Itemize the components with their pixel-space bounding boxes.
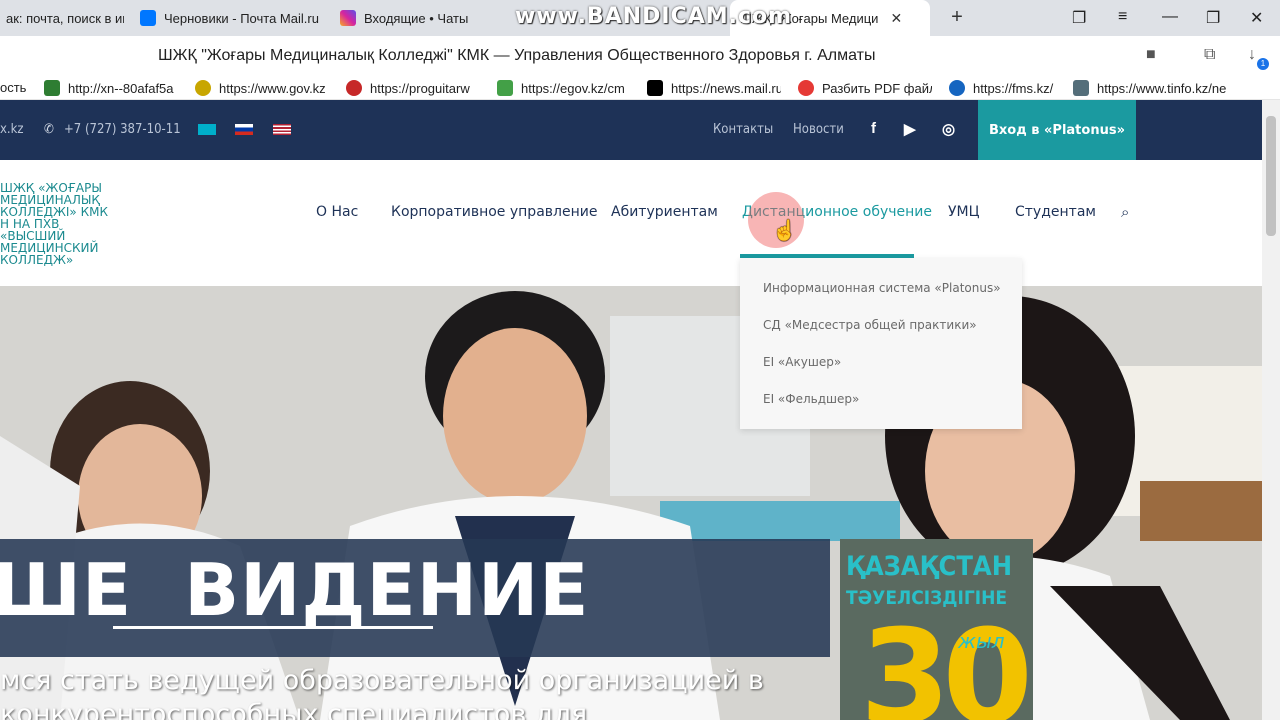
window-close-icon[interactable]: ✕ bbox=[1250, 8, 1263, 28]
browser-tab-strip: ак: почта, поиск в инт Черновики - Почта… bbox=[0, 0, 1280, 36]
bookmark-favicon bbox=[497, 80, 513, 96]
dropdown-item-paramedic[interactable]: ЕІ «Фельдшер» bbox=[763, 392, 859, 406]
bookmark-favicon bbox=[195, 80, 211, 96]
dropdown-item-nurse[interactable]: СД «Медсестра общей практики» bbox=[763, 318, 977, 332]
tab-search[interactable]: ак: почта, поиск в инт bbox=[0, 0, 124, 36]
menu-icon[interactable]: ≡ bbox=[1118, 8, 1127, 26]
hand-cursor-icon: ☝ bbox=[772, 220, 797, 242]
bookmarks-bar: ость http://xn--80afaf5a https://www.gov… bbox=[0, 76, 1280, 100]
main-nav-area bbox=[0, 160, 1262, 286]
instagram-icon bbox=[340, 10, 356, 26]
collections-icon[interactable]: ❐ bbox=[1072, 8, 1086, 28]
vision-underline bbox=[113, 626, 433, 629]
poster-line: ТӘУЕЛСІЗДІГІНЕ bbox=[846, 587, 1008, 609]
bookmark-item[interactable]: https://proguitarw bbox=[346, 80, 480, 96]
tab-mail[interactable]: Черновики - Почта Mail.ru bbox=[130, 0, 330, 36]
poster-line: ҚАЗАҚСТАН bbox=[846, 551, 1013, 582]
college-logo[interactable]: ШЖҚ «ЖОҒАРЫ МЕДИЦИНАЛЫҚ КОЛЛЕДЖІ» КМК Н … bbox=[0, 182, 125, 266]
nav-umc[interactable]: УМЦ bbox=[948, 204, 979, 220]
english-flag-icon[interactable] bbox=[273, 124, 291, 135]
tab-label: ак: почта, поиск в инт bbox=[6, 10, 124, 26]
bookmark-item[interactable]: https://news.mail.ru bbox=[647, 80, 781, 96]
nav-applicants[interactable]: Абитуриентам bbox=[611, 204, 718, 220]
bookmark-item[interactable]: https://www.tinfo.kz/ne bbox=[1073, 80, 1243, 96]
independence-30-poster: 30 ҚАЗАҚСТАН ТӘУЕЛСІЗДІГІНЕ жыл bbox=[840, 539, 1033, 720]
phone-icon: ✆ bbox=[44, 122, 54, 137]
vision-text-line: конкурентоспособных специалистов для bbox=[0, 699, 588, 720]
mail-icon bbox=[140, 10, 156, 26]
close-icon[interactable]: ✕ bbox=[890, 10, 902, 27]
logo-line: КОЛЛЕДЖ» bbox=[0, 253, 74, 267]
distance-learning-dropdown: Информационная система «Platonus» СД «Ме… bbox=[740, 258, 1022, 429]
vision-description: мся стать ведущей образовательной органи… bbox=[0, 664, 764, 720]
vision-heading-title: ВИДЕНИЕ bbox=[184, 548, 590, 632]
tab-instagram[interactable]: Входящие • Чаты bbox=[330, 0, 510, 36]
download-icon[interactable]: ↓ bbox=[1248, 46, 1256, 64]
vision-heading-prefix: ШЕ bbox=[0, 548, 133, 632]
russian-flag-icon[interactable] bbox=[235, 124, 253, 135]
poster-number: 30 bbox=[860, 601, 1033, 720]
platonus-login-button[interactable]: Вход в «Platonus» bbox=[978, 100, 1136, 160]
bookmark-icon[interactable]: ■ bbox=[1146, 46, 1156, 64]
bookmark-favicon bbox=[949, 80, 965, 96]
bookmark-favicon bbox=[647, 80, 663, 96]
hero-banner: 30 ҚАЗАҚСТАН ТӘУЕЛСІЗДІГІНЕ жыл bbox=[0, 286, 1262, 720]
news-link[interactable]: Новости bbox=[793, 122, 844, 137]
bookmark-favicon bbox=[346, 80, 362, 96]
bookmark-item[interactable]: Разбить PDF файл bbox=[798, 80, 932, 96]
notification-badge: 1 bbox=[1257, 58, 1269, 70]
nav-corporate-governance[interactable]: Корпоративное управление bbox=[391, 204, 597, 220]
scrollbar-thumb[interactable] bbox=[1266, 116, 1276, 236]
bookmark-favicon bbox=[44, 80, 60, 96]
extensions-icon[interactable]: ⧉ bbox=[1204, 46, 1215, 64]
bookmark-item[interactable]: ость bbox=[0, 80, 26, 95]
page-title[interactable]: ШЖҚ "Жоғары Медициналық Колледжі" КМК — … bbox=[158, 47, 875, 65]
dropdown-item-midwife[interactable]: ЕІ «Акушер» bbox=[763, 355, 841, 369]
maximize-icon[interactable]: ❐ bbox=[1206, 8, 1220, 28]
search-icon[interactable]: ⌕ bbox=[1121, 204, 1129, 221]
bookmark-favicon bbox=[798, 80, 814, 96]
poster-line: жыл bbox=[958, 629, 1005, 653]
phone-number[interactable]: +7 (727) 387-10-11 bbox=[64, 122, 181, 137]
dropdown-item-platonus[interactable]: Информационная система «Platonus» bbox=[763, 281, 1001, 295]
bookmark-item[interactable]: https://egov.kz/cm bbox=[497, 80, 631, 96]
bookmark-item[interactable]: https://www.gov.kz bbox=[195, 80, 329, 96]
tab-label: Черновики - Почта Mail.ru bbox=[164, 10, 319, 26]
bookmark-item[interactable]: http://xn--80afaf5a bbox=[44, 80, 180, 96]
recording-watermark: www.BANDICAM.com bbox=[515, 4, 793, 29]
email-link[interactable]: x.kz bbox=[0, 122, 24, 137]
address-bar: ШЖҚ "Жоғары Медициналық Колледжі" КМК — … bbox=[0, 36, 1280, 76]
vision-text-line: мся стать ведущей образовательной органи… bbox=[0, 665, 764, 696]
nav-students[interactable]: Студентам bbox=[1015, 204, 1096, 220]
youtube-icon[interactable]: ▶ bbox=[904, 120, 916, 138]
minimize-icon[interactable]: — bbox=[1162, 8, 1178, 26]
bookmark-item[interactable]: https://fms.kz/ bbox=[949, 80, 1083, 96]
bookmark-favicon bbox=[1073, 80, 1089, 96]
nav-about[interactable]: О Нас bbox=[316, 204, 358, 220]
new-tab-button[interactable]: + bbox=[945, 6, 969, 30]
contacts-link[interactable]: Контакты bbox=[713, 122, 773, 137]
tab-label: Входящие • Чаты bbox=[364, 10, 469, 26]
vision-heading: ШЕ ВИДЕНИЕ bbox=[0, 548, 589, 632]
kazakh-flag-icon[interactable] bbox=[198, 124, 216, 135]
facebook-icon[interactable]: f bbox=[871, 120, 876, 137]
instagram-icon[interactable]: ◎ bbox=[942, 120, 955, 138]
